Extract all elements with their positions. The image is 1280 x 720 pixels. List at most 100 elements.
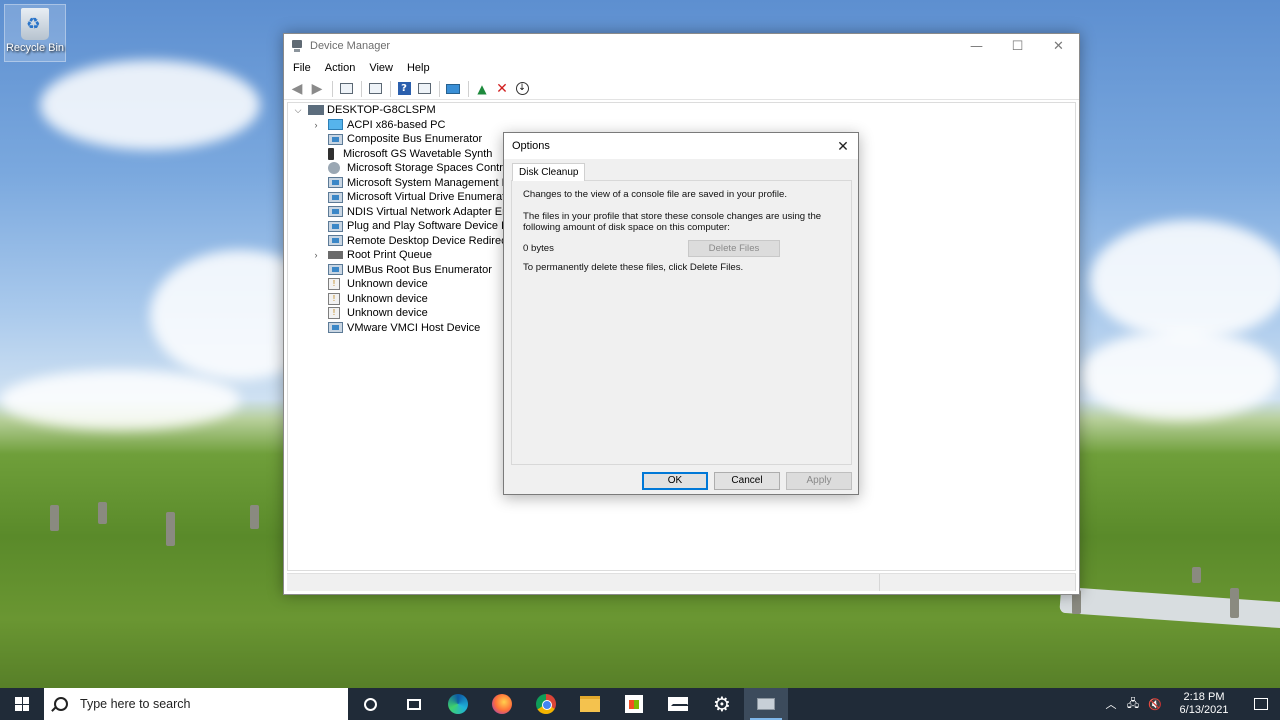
firefox-icon xyxy=(492,694,512,714)
dialog-title-bar[interactable]: Options ✕ xyxy=(504,133,858,159)
system-device-icon xyxy=(328,322,343,334)
system-tray: ︿ 🖧 🔇 2:18 PM 6/13/2021 xyxy=(1100,688,1280,720)
help-icon: ? xyxy=(397,82,411,95)
toolbar-separator xyxy=(439,80,440,97)
status-cell xyxy=(287,574,880,591)
properties-button[interactable] xyxy=(366,80,384,98)
disk-cleanup-panel: Changes to the view of a console file ar… xyxy=(511,180,852,465)
cancel-button[interactable]: Cancel xyxy=(714,472,780,490)
tree-item-label: Microsoft GS Wavetable Synth xyxy=(343,147,493,160)
network-icon[interactable]: 🖧 xyxy=(1122,695,1144,714)
clock-time: 2:18 PM xyxy=(1183,691,1225,703)
cortana-icon xyxy=(363,697,377,711)
fence-post xyxy=(1192,567,1201,583)
menu-help[interactable]: Help xyxy=(400,58,437,78)
status-bar xyxy=(287,573,1076,591)
menu-file[interactable]: File xyxy=(286,58,318,78)
device-manager-icon xyxy=(290,39,304,53)
tree-item-label: Microsoft System Management BI xyxy=(347,176,513,189)
unknown-device-icon: ! xyxy=(328,278,340,291)
settings-taskbar-button[interactable]: ⚙ xyxy=(700,688,744,720)
cortana-button[interactable] xyxy=(348,688,392,720)
file-explorer-taskbar-button[interactable] xyxy=(568,688,612,720)
action-pane-button[interactable] xyxy=(415,80,433,98)
storage-controller-icon xyxy=(328,162,340,175)
system-device-icon xyxy=(328,177,343,189)
tree-item-label: UMBus Root Bus Enumerator xyxy=(347,263,492,276)
system-device-icon xyxy=(328,264,343,276)
task-view-icon xyxy=(407,698,421,710)
tree-item-label: VMware VMCI Host Device xyxy=(347,321,481,334)
cloud xyxy=(40,60,260,150)
system-device-icon xyxy=(328,235,343,247)
back-arrow-icon[interactable]: ◀ xyxy=(288,80,306,98)
store-icon xyxy=(625,695,643,713)
update-driver-button[interactable]: ↓ xyxy=(513,80,531,98)
sound-device-icon xyxy=(328,147,334,160)
uninstall-device-icon[interactable]: ✕ xyxy=(493,80,511,98)
recycle-bin-icon xyxy=(21,8,49,40)
profile-info-text: Changes to the view of a console file ar… xyxy=(523,189,787,200)
chevron-down-icon[interactable]: ⌵ xyxy=(292,105,304,116)
properties-icon xyxy=(368,83,382,94)
scan-hardware-button[interactable] xyxy=(444,80,462,98)
close-icon[interactable]: ✕ xyxy=(828,138,858,155)
delete-files-button[interactable]: Delete Files xyxy=(688,239,780,257)
cloud xyxy=(0,370,240,430)
monitor-icon xyxy=(446,83,460,94)
notification-icon xyxy=(1254,698,1268,710)
toolbar-separator xyxy=(390,80,391,97)
download-icon: ↓ xyxy=(515,82,529,95)
tree-item-label: Composite Bus Enumerator xyxy=(347,133,483,146)
firefox-taskbar-button[interactable] xyxy=(480,688,524,720)
chevron-right-icon[interactable]: › xyxy=(310,250,322,260)
mail-icon xyxy=(668,697,689,711)
system-device-icon xyxy=(328,220,343,232)
dialog-title: Options xyxy=(512,140,550,152)
menu-view[interactable]: View xyxy=(362,58,400,78)
device-manager-icon xyxy=(757,698,775,710)
tree-root[interactable]: ⌵ DESKTOP-G8CLSPM xyxy=(288,103,1075,118)
chrome-taskbar-button[interactable] xyxy=(524,688,568,720)
tree-item-label: Root Print Queue xyxy=(347,249,432,262)
maximize-button[interactable]: ☐ xyxy=(997,34,1038,58)
add-driver-icon[interactable]: ▲ xyxy=(473,80,491,98)
tree-item[interactable]: › ACPI x86-based PC xyxy=(288,118,1075,133)
gear-icon: ⚙ xyxy=(713,692,731,716)
chevron-up-icon[interactable]: ︿ xyxy=(1100,696,1122,712)
fence-post xyxy=(50,505,59,531)
options-dialog: Options ✕ Disk Cleanup Changes to the vi… xyxy=(503,132,859,495)
notification-center-button[interactable] xyxy=(1242,698,1280,710)
ok-button[interactable]: OK xyxy=(642,472,708,490)
start-button[interactable] xyxy=(0,688,44,720)
edge-taskbar-button[interactable] xyxy=(436,688,480,720)
forward-arrow-icon[interactable]: ▶ xyxy=(308,80,326,98)
toolbar-separator xyxy=(332,80,333,97)
show-hide-tree-button[interactable] xyxy=(337,80,355,98)
title-bar[interactable]: Device Manager — ☐ ✕ xyxy=(284,34,1079,58)
apply-button[interactable]: Apply xyxy=(786,472,852,490)
printer-icon xyxy=(328,251,343,260)
clock[interactable]: 2:18 PM 6/13/2021 xyxy=(1166,691,1242,717)
fence-post xyxy=(166,512,175,546)
chevron-right-icon[interactable]: › xyxy=(310,120,322,130)
taskbar: Type here to search ⚙ ︿ 🖧 🔇 2:18 PM 6/13… xyxy=(0,688,1280,720)
taskbar-search-box[interactable]: Type here to search xyxy=(44,688,348,720)
tree-item-label: Microsoft Virtual Drive Enumerato xyxy=(347,191,512,204)
tree-item-label: Remote Desktop Device Redirector xyxy=(347,234,520,247)
chrome-icon xyxy=(536,694,556,714)
store-taskbar-button[interactable] xyxy=(612,688,656,720)
close-button[interactable]: ✕ xyxy=(1038,34,1079,58)
help-button[interactable]: ? xyxy=(395,80,413,98)
menu-action[interactable]: Action xyxy=(318,58,363,78)
mail-taskbar-button[interactable] xyxy=(656,688,700,720)
cloud xyxy=(1090,220,1280,340)
disk-usage-value: 0 bytes xyxy=(523,242,554,254)
recycle-bin-shortcut[interactable]: Recycle Bin xyxy=(4,4,66,62)
disk-usage-text: The files in your profile that store the… xyxy=(523,211,822,233)
task-view-button[interactable] xyxy=(392,688,436,720)
volume-muted-icon[interactable]: 🔇 xyxy=(1144,698,1166,711)
tab-disk-cleanup[interactable]: Disk Cleanup xyxy=(512,163,586,181)
device-manager-taskbar-button[interactable] xyxy=(744,688,788,720)
minimize-button[interactable]: — xyxy=(956,34,997,58)
